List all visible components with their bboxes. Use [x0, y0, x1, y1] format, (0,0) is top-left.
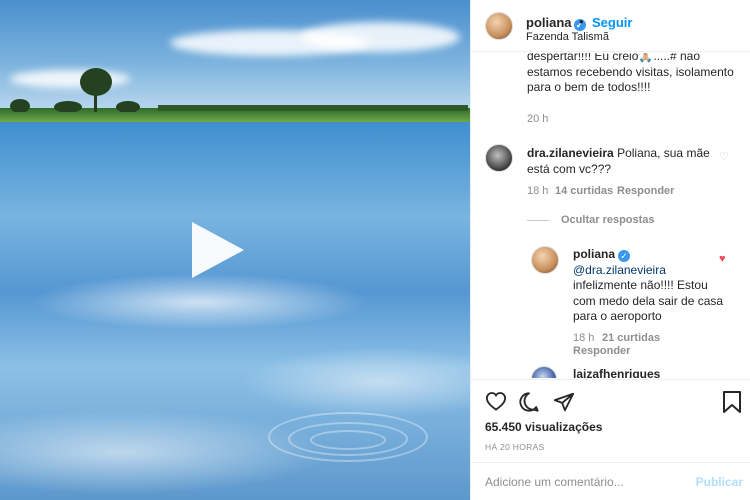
- publish-button[interactable]: Publicar: [696, 475, 743, 489]
- post-header: poliana ✓ • Seguir Fazenda Talismã: [471, 0, 750, 52]
- mention-link[interactable]: @dra.zilanevieira: [573, 263, 666, 277]
- treeline: [10, 99, 468, 112]
- comment-body: dra.zilanevieira Poliana, sua mãe está c…: [527, 146, 717, 177]
- avatar[interactable]: [485, 12, 513, 40]
- avatar[interactable]: [531, 246, 559, 274]
- username-label[interactable]: poliana: [526, 15, 572, 30]
- heart-icon[interactable]: ♡: [719, 150, 729, 163]
- comment-likes[interactable]: 14 curtidas: [555, 185, 613, 197]
- hide-replies-button[interactable]: Ocultar respostas: [561, 214, 655, 226]
- reply-time[interactable]: 18 h: [573, 332, 594, 344]
- divider-line: [527, 220, 549, 221]
- video-player[interactable]: [0, 0, 470, 500]
- action-bar: 65.450 visualizações HÁ 20 HORAS Publica…: [471, 379, 750, 500]
- avatar[interactable]: [531, 366, 557, 378]
- add-comment-box: Publicar: [471, 462, 750, 500]
- comment-time[interactable]: 18 h: [527, 185, 548, 197]
- share-icon[interactable]: [553, 391, 575, 413]
- heart-icon[interactable]: ♥: [719, 253, 726, 265]
- view-count[interactable]: 65.450 visualizações: [485, 420, 602, 434]
- post-username[interactable]: poliana ✓: [526, 15, 586, 31]
- reply-likes[interactable]: 21 curtidas: [602, 332, 660, 344]
- reply-username[interactable]: poliana: [573, 247, 615, 261]
- reply-button[interactable]: Responder: [573, 345, 630, 357]
- post-sidebar: poliana ✓ • Seguir Fazenda Talismã desper…: [470, 0, 750, 500]
- post-age[interactable]: HÁ 20 HORAS: [485, 442, 545, 452]
- ripple: [310, 430, 386, 450]
- heart-icon[interactable]: [485, 391, 507, 411]
- separator-dot: •: [579, 14, 584, 29]
- comments-list[interactable]: despertar!!!! Eu creio🙏🏼.....# não estam…: [471, 53, 750, 378]
- caption-time[interactable]: 20 h: [527, 113, 548, 125]
- reply-button[interactable]: Responder: [617, 185, 674, 197]
- comment-username[interactable]: laizafhenriques: [573, 367, 660, 378]
- reply-body: poliana ✓ @dra.zilanevieira infelizmente …: [573, 247, 733, 325]
- comment-username[interactable]: dra.zilanevieira: [527, 146, 614, 160]
- location-link[interactable]: Fazenda Talismã: [526, 31, 609, 43]
- reply-text: infelizmente não!!!! Estou com medo dela…: [573, 278, 724, 323]
- follow-button[interactable]: Seguir: [592, 15, 632, 30]
- avatar[interactable]: [485, 144, 513, 172]
- cloud: [300, 22, 460, 52]
- play-icon[interactable]: [192, 222, 244, 278]
- comment-icon[interactable]: [518, 391, 540, 413]
- bookmark-icon[interactable]: [722, 390, 742, 414]
- caption-text: despertar!!!! Eu creio🙏🏼.....# não estam…: [527, 53, 734, 94]
- comment-input[interactable]: [485, 475, 685, 489]
- verified-icon: ✓: [618, 250, 631, 262]
